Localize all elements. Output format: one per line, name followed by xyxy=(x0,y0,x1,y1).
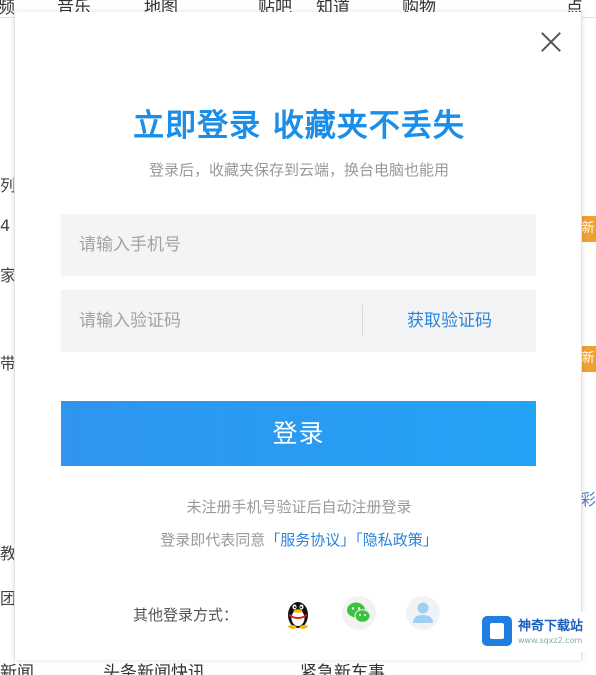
bg-bottom-item[interactable]: 紧急新车事 xyxy=(300,658,385,675)
dialog-title: 立即登录 收藏夹不丢失 xyxy=(133,108,465,144)
verification-code-input[interactable] xyxy=(61,290,361,352)
phone-input[interactable] xyxy=(61,214,536,276)
bg-bottom-item[interactable]: 头条新闻快讯 xyxy=(103,658,205,675)
bg-new-badge: 新 xyxy=(580,216,596,242)
login-dialog: 立即登录 收藏夹不丢失 登录后，收藏夹保存到云端，换台电脑也能用 获取验证码 登… xyxy=(14,12,582,660)
auto-register-note: 未注册手机号验证后自动注册登录 xyxy=(186,498,412,516)
background-bottom-bar: 新闻 头条新闻快讯 紧急新车事 xyxy=(0,660,596,675)
bg-nav-item[interactable]: 频 xyxy=(0,0,15,18)
qq-icon[interactable] xyxy=(281,596,315,630)
site-watermark: 神奇下载站 www.sqxz2.com xyxy=(476,612,594,652)
close-icon[interactable] xyxy=(537,28,565,56)
site-logo-icon xyxy=(482,616,512,646)
other-login-label: 其他登录方式： xyxy=(133,606,239,624)
privacy-policy-link[interactable]: 「隐私政策」 xyxy=(355,531,438,549)
agreement-note: 登录即代表同意「服务协议」「隐私政策」 xyxy=(15,529,583,550)
bg-bottom-item[interactable]: 新闻 xyxy=(0,658,34,675)
dialog-subtitle: 登录后，收藏夹保存到云端，换台电脑也能用 xyxy=(148,161,449,179)
bg-new-badge: 新 xyxy=(580,346,596,372)
watermark-url: www.sqxz2.com xyxy=(518,636,583,645)
get-code-button[interactable]: 获取验证码 xyxy=(363,290,536,352)
agreement-prefix: 登录即代表同意 xyxy=(160,531,266,549)
bg-left-char: 4 xyxy=(0,216,11,235)
login-button[interactable]: 登录 xyxy=(61,401,536,466)
account-icon[interactable] xyxy=(406,596,440,630)
service-agreement-link[interactable]: 「服务协议」 xyxy=(265,531,355,549)
watermark-title: 神奇下载站 xyxy=(518,619,584,634)
wechat-icon[interactable] xyxy=(342,596,376,630)
